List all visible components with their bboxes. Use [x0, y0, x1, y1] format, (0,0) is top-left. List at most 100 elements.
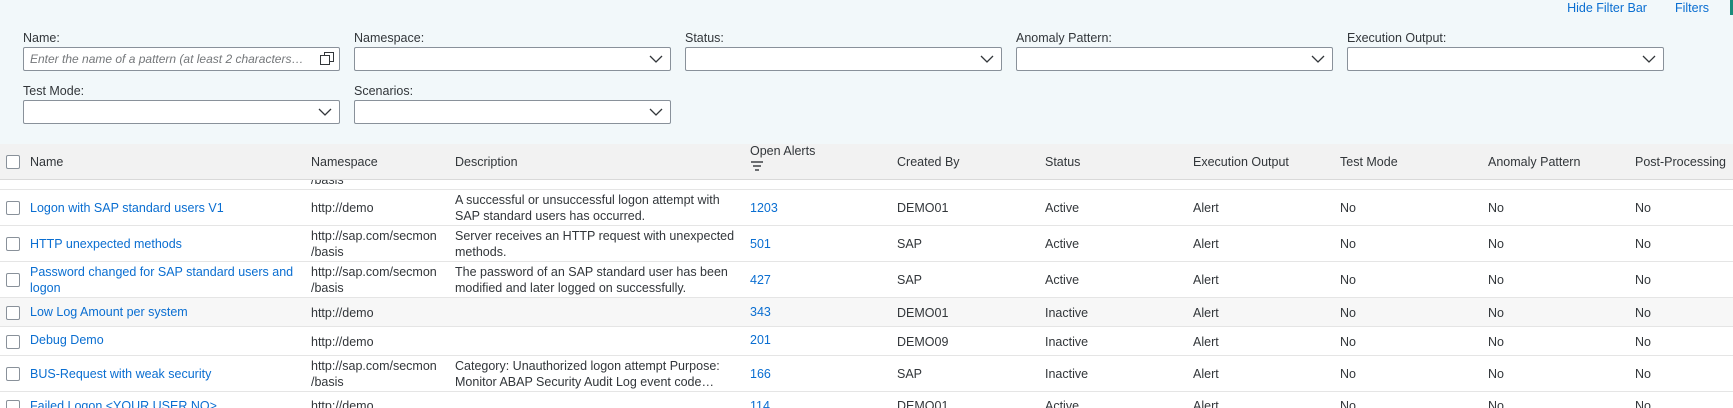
filter-name-label: Name:	[23, 31, 60, 45]
column-header-description[interactable]: Description	[455, 144, 518, 180]
cell-name[interactable]: BUS-Request with weak security	[30, 366, 300, 382]
scenarios-select[interactable]	[354, 100, 671, 124]
cell-description: Category: Unauthorized logon attempt Pur…	[455, 359, 720, 389]
table-row[interactable]: Low Log Amount per system http://demo 34…	[0, 298, 1733, 327]
cell-test-mode: No	[1340, 237, 1356, 251]
row-checkbox[interactable]	[6, 237, 20, 251]
cell-open-alerts[interactable]: 201	[750, 332, 771, 348]
sort-descending-icon	[751, 161, 763, 171]
cell-namespace: http://sap.com/secmon /basis	[311, 229, 437, 259]
cell-status: Active	[1045, 399, 1080, 408]
namespace-select[interactable]	[354, 47, 671, 71]
cell-execution-output: Alert	[1193, 201, 1219, 215]
cell-post-processing: No	[1635, 273, 1651, 287]
cell-test-mode: No	[1340, 399, 1356, 408]
cell-open-alerts[interactable]: 1203	[750, 200, 778, 216]
cell-created-by: SAP	[897, 367, 923, 381]
cell-open-alerts[interactable]: 501	[750, 236, 771, 252]
cell-open-alerts[interactable]: 166	[750, 366, 771, 382]
column-header-execution-output[interactable]: Execution Output	[1193, 144, 1289, 180]
row-checkbox[interactable]	[6, 335, 20, 349]
row-checkbox[interactable]	[6, 367, 20, 381]
row-checkbox[interactable]	[6, 400, 20, 408]
cell-open-alerts[interactable]: 343	[750, 304, 771, 320]
chevron-down-icon	[649, 55, 663, 63]
column-header-post-processing[interactable]: Post-Processing	[1635, 144, 1726, 180]
cell-name[interactable]: Failed Logon <YOUR USER NO>	[30, 398, 300, 408]
cell-description: Server receives an HTTP request with une…	[455, 229, 735, 259]
cell-name[interactable]: Low Log Amount per system	[30, 304, 300, 320]
test-mode-select[interactable]	[23, 100, 340, 124]
select-all-checkbox[interactable]	[6, 155, 20, 169]
filter-test-mode-label: Test Mode:	[23, 84, 85, 98]
cell-execution-output: Alert	[1193, 367, 1219, 381]
chevron-down-icon	[318, 108, 332, 116]
column-header-namespace[interactable]: Namespace	[311, 144, 378, 180]
table-header: Name Namespace Description Open Alerts C…	[0, 144, 1733, 180]
cell-status: Active	[1045, 237, 1080, 251]
cell-name[interactable]: Password changed for SAP standard users …	[30, 264, 302, 296]
cell-post-processing: No	[1635, 335, 1651, 349]
column-header-test-mode[interactable]: Test Mode	[1340, 144, 1398, 180]
table-row[interactable]: Debug Demo http://demo 201 DEMO09 Inacti…	[0, 327, 1733, 356]
column-header-anomaly-pattern[interactable]: Anomaly Pattern	[1488, 144, 1580, 180]
table-row[interactable]: HTTP unexpected methods http://sap.com/s…	[0, 226, 1733, 262]
row-checkbox[interactable]	[6, 201, 20, 215]
table-row[interactable]: Password changed for SAP standard users …	[0, 262, 1733, 298]
filter-test-mode: Test Mode:	[23, 84, 340, 124]
anomaly-pattern-select[interactable]	[1016, 47, 1333, 71]
cell-open-alerts[interactable]: 114	[750, 398, 770, 408]
filter-scenarios-label: Scenarios:	[354, 84, 414, 98]
cell-created-by: DEMO09	[897, 335, 949, 349]
cell-open-alerts[interactable]: 427	[750, 272, 771, 288]
cell-created-by: SAP	[897, 273, 923, 287]
cell-name[interactable]: Debug Demo	[30, 332, 300, 348]
column-header-created-by[interactable]: Created By	[897, 144, 960, 180]
table-row-partial[interactable]: /basis	[0, 180, 1733, 190]
cell-status: Inactive	[1045, 367, 1089, 381]
filter-bar: Hide Filter Bar Filters Name: Enter the …	[0, 0, 1733, 144]
cell-anomaly-pattern: No	[1488, 367, 1504, 381]
name-input-placeholder: Enter the name of a pattern (at least 2 …	[30, 52, 304, 66]
chevron-down-icon	[980, 55, 994, 63]
hide-filter-bar-link[interactable]: Hide Filter Bar	[1567, 0, 1647, 16]
filter-namespace-label: Namespace:	[354, 31, 425, 45]
cell-created-by: DEMO01	[897, 399, 949, 408]
chevron-down-icon	[1311, 55, 1325, 63]
cell-execution-output: Alert	[1193, 237, 1219, 251]
cell-anomaly-pattern: No	[1488, 201, 1504, 215]
value-help-icon[interactable]	[319, 51, 335, 67]
cell-anomaly-pattern: No	[1488, 237, 1504, 251]
filter-status-label: Status:	[685, 31, 724, 45]
cell-description: A successful or unsuccessful logon attem…	[455, 193, 720, 223]
filter-namespace: Namespace:	[354, 31, 671, 71]
filter-anomaly-label: Anomaly Pattern:	[1016, 31, 1112, 45]
column-header-status[interactable]: Status	[1045, 144, 1080, 180]
row-checkbox[interactable]	[6, 273, 20, 287]
cell-anomaly-pattern: No	[1488, 335, 1504, 349]
table-row[interactable]: BUS-Request with weak security http://sa…	[0, 356, 1733, 392]
cell-name[interactable]: HTTP unexpected methods	[30, 236, 300, 252]
table-row[interactable]: Logon with SAP standard users V1 http://…	[0, 190, 1733, 226]
filter-bar-actions: Hide Filter Bar Filters	[1567, 0, 1709, 16]
cell-namespace: http://demo	[311, 399, 374, 408]
filters-link[interactable]: Filters	[1675, 0, 1709, 16]
row-checkbox[interactable]	[6, 306, 20, 320]
column-header-open-alerts[interactable]: Open Alerts	[750, 144, 815, 180]
cell-namespace: /basis	[311, 180, 344, 187]
table-row[interactable]: Failed Logon <YOUR USER NO> http://demo …	[0, 392, 1733, 408]
filter-name: Name: Enter the name of a pattern (at le…	[23, 31, 340, 71]
cell-status: Inactive	[1045, 335, 1089, 349]
cell-name[interactable]: Logon with SAP standard users V1	[30, 200, 300, 216]
filter-execution-output: Execution Output:	[1347, 31, 1664, 71]
status-select[interactable]	[685, 47, 1002, 71]
cell-description: The password of an SAP standard user has…	[455, 265, 728, 295]
column-header-open-alerts-label: Open Alerts	[750, 144, 816, 158]
cell-status: Inactive	[1045, 306, 1089, 320]
cell-test-mode: No	[1340, 335, 1356, 349]
execution-output-select[interactable]	[1347, 47, 1664, 71]
cell-status: Active	[1045, 201, 1080, 215]
column-header-name[interactable]: Name	[30, 144, 63, 180]
cell-created-by: DEMO01	[897, 201, 949, 215]
name-input[interactable]: Enter the name of a pattern (at least 2 …	[23, 47, 340, 71]
